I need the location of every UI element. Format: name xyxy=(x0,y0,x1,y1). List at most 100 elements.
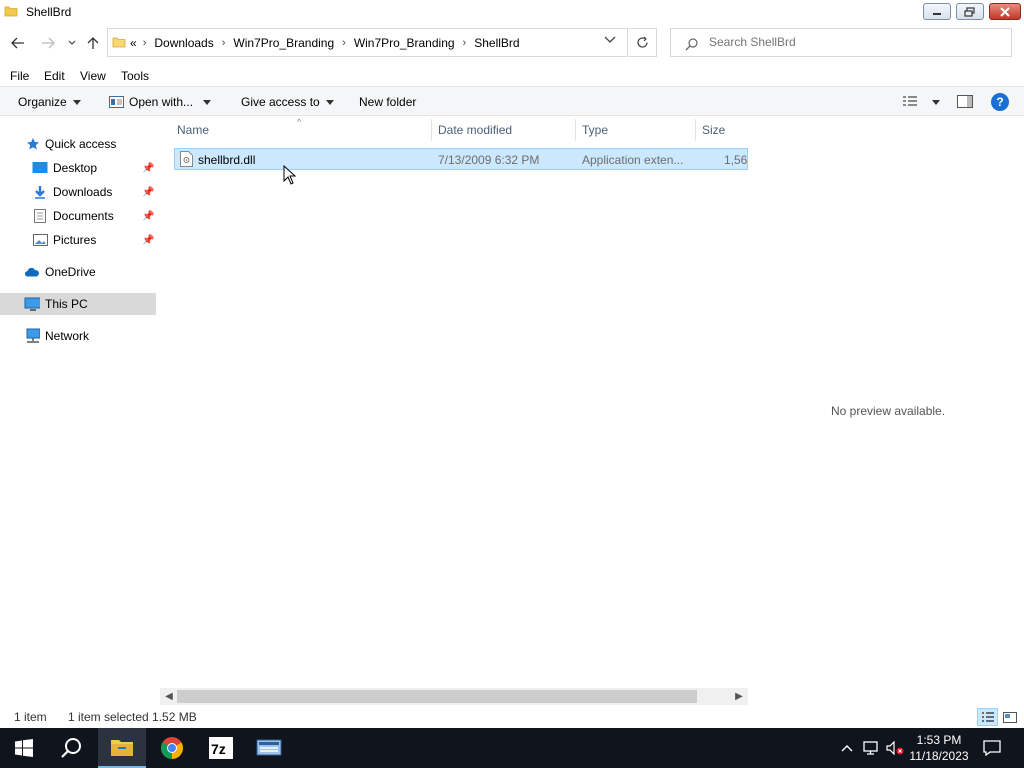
network-status-icon xyxy=(863,741,878,755)
refresh-icon xyxy=(637,36,648,48)
nav-network-label: Network xyxy=(45,329,90,343)
nav-network[interactable]: Network xyxy=(0,325,156,347)
menu-tools[interactable]: Tools xyxy=(121,69,149,83)
search-box[interactable] xyxy=(670,28,1012,57)
breadcrumb-shellbrd[interactable]: ShellBrd xyxy=(474,36,519,50)
show-hidden-icons-button[interactable] xyxy=(838,728,856,768)
breadcrumb-downloads[interactable]: Downloads xyxy=(154,36,213,50)
scroll-right-icon[interactable]: ▶ xyxy=(732,690,746,703)
scrollbar-thumb[interactable] xyxy=(177,690,697,703)
computer-icon xyxy=(24,296,40,312)
menu-file[interactable]: File xyxy=(10,69,29,83)
address-dropdown-icon[interactable] xyxy=(604,36,616,44)
column-divider[interactable] xyxy=(575,119,576,141)
system-clock[interactable]: 1:53 PM 11/18/2023 xyxy=(902,732,976,764)
dropdown-caret-icon xyxy=(72,99,81,105)
details-view-button[interactable] xyxy=(977,708,998,726)
status-selection: 1 item selected 1.52 MB xyxy=(68,710,197,724)
file-explorer-icon xyxy=(111,740,133,756)
taskbar: 7z 1:53 PM 11/18/2023 xyxy=(0,728,1024,768)
column-divider[interactable] xyxy=(695,119,696,141)
restore-button[interactable] xyxy=(956,3,984,20)
nav-downloads-label: Downloads xyxy=(53,185,113,199)
close-button[interactable] xyxy=(989,3,1021,20)
back-button[interactable] xyxy=(8,33,28,53)
clock-time: 1:53 PM xyxy=(916,733,962,747)
cloud-icon xyxy=(24,264,40,280)
start-button[interactable] xyxy=(0,728,48,768)
dropdown-caret-icon xyxy=(203,99,212,105)
pin-icon: 📌 xyxy=(142,210,155,222)
download-icon xyxy=(32,184,48,200)
minimize-button[interactable] xyxy=(923,3,951,20)
menu-edit[interactable]: Edit xyxy=(44,69,65,83)
action-center-button[interactable] xyxy=(980,728,1004,768)
column-divider[interactable] xyxy=(431,119,432,141)
column-header-date[interactable]: Date modified xyxy=(438,123,512,137)
breadcrumb-win7pro-branding-sub[interactable]: Win7Pro_Branding xyxy=(354,36,455,50)
nav-this-pc[interactable]: This PC xyxy=(0,293,156,315)
view-options-icon xyxy=(903,96,917,106)
help-button[interactable]: ? xyxy=(991,93,1009,111)
nav-quick-access-label: Quick access xyxy=(45,137,117,151)
file-size: 1,56 xyxy=(724,153,748,167)
file-list: ^ Name Date modified Type Size shellbrd.… xyxy=(160,117,750,705)
address-bar[interactable]: « › Downloads › Win7Pro_Branding › Win7P… xyxy=(107,28,628,57)
pictures-icon xyxy=(32,232,48,248)
chevron-up-icon xyxy=(841,745,853,752)
nav-onedrive[interactable]: OneDrive xyxy=(0,261,156,283)
chevron-right-icon: › xyxy=(142,37,147,49)
recent-locations-button[interactable] xyxy=(62,33,82,53)
taskbar-7zip[interactable]: 7z xyxy=(197,728,245,768)
horizontal-scrollbar[interactable]: ◀ ▶ xyxy=(160,688,748,705)
preview-pane-button[interactable] xyxy=(957,95,973,108)
refresh-button[interactable] xyxy=(629,28,657,57)
breadcrumb-win7pro-branding[interactable]: Win7Pro_Branding xyxy=(233,36,334,50)
details-view-icon xyxy=(981,711,994,722)
up-button[interactable] xyxy=(83,33,103,53)
dll-file-icon xyxy=(180,151,193,167)
windows-logo-icon xyxy=(15,739,33,757)
column-header-size[interactable]: Size xyxy=(702,123,725,137)
nav-downloads[interactable]: Downloads 📌 xyxy=(0,181,156,203)
large-icons-view-button[interactable] xyxy=(999,708,1020,726)
give-access-button[interactable]: Give access to xyxy=(241,95,334,109)
restore-icon xyxy=(964,6,975,17)
scroll-left-icon[interactable]: ◀ xyxy=(162,690,176,703)
7zip-icon: 7z xyxy=(209,737,233,759)
menu-view[interactable]: View xyxy=(80,69,106,83)
table-row[interactable]: shellbrd.dll 7/13/2009 6:32 PM Applicati… xyxy=(174,148,748,170)
chevron-down-icon xyxy=(68,40,76,45)
column-header-name[interactable]: Name xyxy=(177,123,209,137)
organize-button[interactable]: Organize xyxy=(18,95,81,109)
nav-documents-label: Documents xyxy=(53,209,114,223)
command-bar: Organize Open with... Give access to New… xyxy=(0,86,1024,116)
forward-button[interactable] xyxy=(38,33,58,53)
change-view-button[interactable] xyxy=(902,96,940,108)
breadcrumb: « › Downloads › Win7Pro_Branding › Win7P… xyxy=(130,36,520,50)
open-with-button[interactable]: Open with... xyxy=(109,95,212,109)
search-button[interactable] xyxy=(48,728,96,768)
file-date-modified: 7/13/2009 6:32 PM xyxy=(438,153,540,167)
taskbar-app[interactable] xyxy=(245,728,293,768)
pin-icon: 📌 xyxy=(142,162,155,174)
nav-desktop[interactable]: Desktop 📌 xyxy=(0,157,156,179)
taskbar-file-explorer[interactable] xyxy=(98,728,146,768)
give-access-label: Give access to xyxy=(241,95,320,109)
preview-pane-message: No preview available. xyxy=(831,404,946,418)
open-with-label: Open with... xyxy=(129,95,194,109)
search-input[interactable] xyxy=(709,35,999,49)
taskbar-chrome[interactable] xyxy=(148,728,196,768)
column-header-type[interactable]: Type xyxy=(582,123,608,137)
nav-documents[interactable]: Documents 📌 xyxy=(0,205,156,227)
dropdown-caret-icon xyxy=(932,99,940,105)
new-folder-button[interactable]: New folder xyxy=(359,95,416,109)
star-icon xyxy=(25,136,41,152)
minimize-icon xyxy=(933,12,941,15)
breadcrumb-overflow[interactable]: « xyxy=(130,36,137,50)
network-status-button[interactable] xyxy=(861,728,881,768)
status-bar: 1 item 1 item selected 1.52 MB xyxy=(0,705,1024,728)
large-icons-view-icon xyxy=(1002,711,1017,723)
nav-pictures[interactable]: Pictures 📌 xyxy=(0,229,156,251)
nav-quick-access[interactable]: Quick access xyxy=(0,133,156,155)
